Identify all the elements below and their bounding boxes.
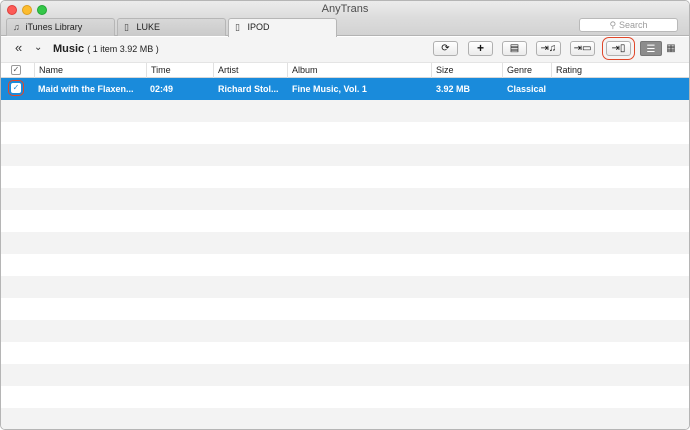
column-header-time[interactable]: Time (146, 63, 213, 78)
tab-label: IPOD (247, 22, 270, 32)
empty-row (1, 210, 689, 232)
empty-row (1, 188, 689, 210)
column-header-size[interactable]: Size (431, 63, 502, 78)
column-header-artist[interactable]: Artist (213, 63, 287, 78)
row-checkbox[interactable]: ✓ (8, 80, 24, 96)
window-title: AnyTrans (321, 3, 369, 15)
app-window: AnyTrans ♫ iTunes Library ▯ LUKE ▯ IPOD … (0, 0, 690, 430)
grid-view-icon: ▦ (666, 43, 676, 54)
close-window-button[interactable] (7, 5, 17, 15)
search-input[interactable]: ⚲ Search (579, 18, 678, 32)
select-all-checkbox[interactable]: ✓ (11, 65, 21, 75)
music-note-icon: ♫ (13, 22, 20, 32)
empty-row (1, 320, 689, 342)
empty-row (1, 298, 689, 320)
list-view-icon: ☰ (646, 44, 656, 55)
table-header: ✓ Name Time Artist Album Size Genre Rati… (1, 62, 689, 78)
send-to-computer-button[interactable]: ⇥▭ (570, 41, 595, 56)
empty-row (1, 166, 689, 188)
breadcrumb: Music ( 1 item 3.92 MB ) (53, 43, 159, 55)
empty-row (1, 386, 689, 408)
search-icon: ⚲ (609, 20, 617, 30)
cell-name: Maid with the Flaxen... (38, 84, 134, 94)
column-header-name[interactable]: Name (34, 63, 146, 78)
minimize-window-button[interactable] (22, 5, 32, 15)
tab-label: LUKE (136, 22, 161, 32)
music-table: ✓ Name Time Artist Album Size Genre Rati… (1, 62, 689, 429)
music-export-icon: ⇥♫ (540, 43, 557, 54)
table-row[interactable]: ✓ Maid with the Flaxen... 02:49 Richard … (1, 78, 689, 100)
cell-rating (556, 78, 686, 100)
refresh-button[interactable]: ⟳ (433, 41, 458, 56)
toolbar: « ⌄ Music ( 1 item 3.92 MB ) ⟳ + ▤ ⇥♫ ⇥▭… (1, 37, 689, 62)
column-header-rating[interactable]: Rating (551, 63, 689, 78)
computer-export-icon: ⇥▭ (573, 43, 592, 54)
search-placeholder: Search (619, 20, 648, 30)
phone-icon: ▯ (235, 22, 240, 32)
back-double-chevron-icon[interactable]: « (15, 41, 22, 55)
empty-row (1, 342, 689, 364)
tab-itunes-library[interactable]: ♫ iTunes Library (6, 18, 115, 36)
tab-bar: ♫ iTunes Library ▯ LUKE ▯ IPOD ⚲ Search (1, 18, 689, 37)
add-button[interactable]: + (468, 41, 493, 56)
refresh-icon: ⟳ (441, 43, 450, 54)
delete-button[interactable]: ▤ (502, 41, 527, 56)
empty-row (1, 364, 689, 386)
cell-size: 3.92 MB (436, 84, 471, 94)
title-bar: AnyTrans (1, 1, 689, 18)
empty-row (1, 276, 689, 298)
tab-ipod[interactable]: ▯ IPOD (228, 18, 337, 37)
empty-row (1, 408, 689, 429)
item-summary: ( 1 item 3.92 MB ) (87, 44, 159, 54)
chevron-down-icon[interactable]: ⌄ (34, 41, 42, 55)
send-to-itunes-button[interactable]: ⇥♫ (536, 41, 561, 56)
send-to-device-button[interactable]: ⇥▯ (602, 37, 635, 60)
page-title: Music (53, 43, 85, 55)
cell-artist: Richard Stol... (218, 84, 279, 94)
device-export-icon: ⇥▯ (611, 43, 626, 54)
column-header-album[interactable]: Album (287, 63, 431, 78)
zoom-window-button[interactable] (37, 5, 47, 15)
tab-label: iTunes Library (25, 22, 83, 32)
cell-genre: Classical (507, 84, 547, 94)
tab-luke[interactable]: ▯ LUKE (117, 18, 226, 36)
plus-icon: + (476, 41, 484, 55)
cell-time: 02:49 (150, 84, 174, 94)
cell-album: Fine Music, Vol. 1 (292, 84, 367, 94)
empty-row (1, 232, 689, 254)
column-header-genre[interactable]: Genre (502, 63, 551, 78)
empty-row (1, 254, 689, 276)
empty-row (1, 144, 689, 166)
empty-row (1, 122, 689, 144)
list-view-button[interactable]: ☰ (640, 41, 662, 56)
empty-row (1, 100, 689, 122)
trash-icon: ▤ (509, 43, 520, 54)
phone-icon: ▯ (124, 22, 129, 32)
grid-view-button[interactable]: ▦ (660, 41, 682, 56)
